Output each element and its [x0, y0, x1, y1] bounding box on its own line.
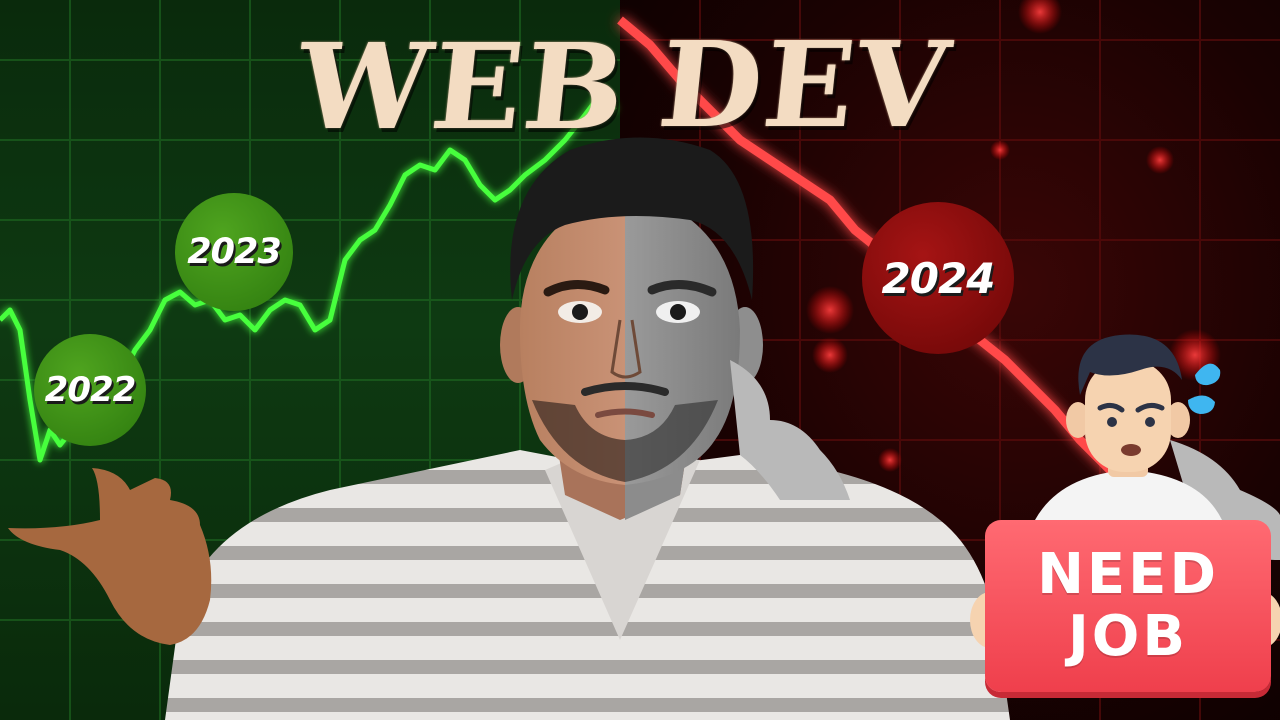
- thumbnail: WEB DEV 2022 2023 2024 NEED JOB: [0, 0, 1280, 720]
- sweat-drops-icon: [1188, 363, 1221, 414]
- sign-line-need: NEED: [1037, 542, 1219, 607]
- sign-line-job: JOB: [1067, 604, 1189, 669]
- need-job-sign: NEED JOB: [985, 520, 1271, 692]
